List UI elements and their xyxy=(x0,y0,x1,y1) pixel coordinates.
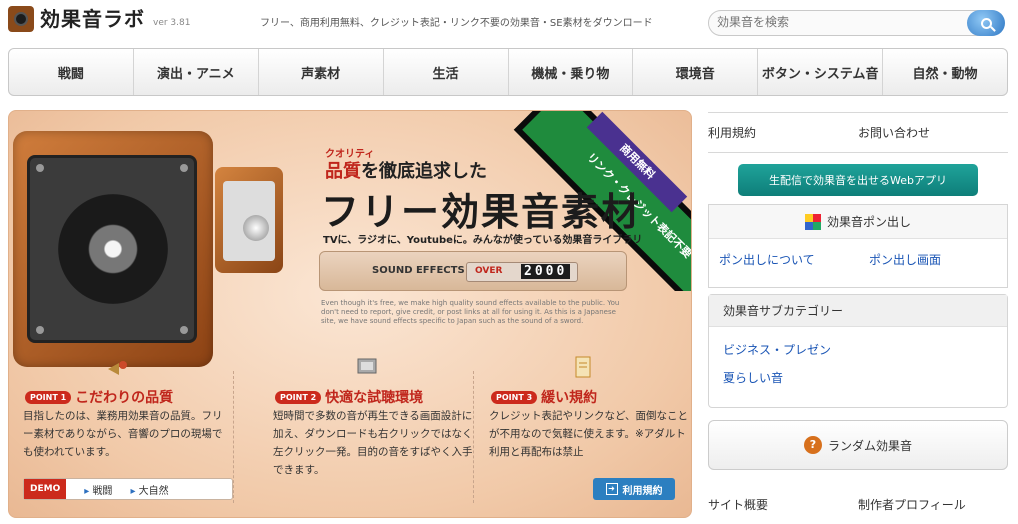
hero-subline: TVに、ラジオに、Youtubeに。みんなが使っている効果音ライブラリ xyxy=(323,235,643,246)
nav-item-environment[interactable]: 環境音 xyxy=(633,49,759,95)
category-nav: 戦闘 演出・アニメ 声素材 生活 機械・乗り物 環境音 ボタン・システム音 自然… xyxy=(8,48,1008,96)
point-badge: POINT 3 xyxy=(491,390,538,404)
counter-label: SOUND EFFECTS xyxy=(372,265,465,276)
screen-icon xyxy=(357,358,377,374)
version-label: ver 3.81 xyxy=(153,18,191,28)
nav-item-voice[interactable]: 声素材 xyxy=(259,49,384,95)
speaker-illustration xyxy=(13,131,213,367)
point-badge: POINT 1 xyxy=(25,390,72,404)
arrow-right-icon: ➜ xyxy=(605,483,618,495)
headline-main: フリー効果音素材 xyxy=(321,190,642,234)
demo-link-nature[interactable]: 大自然 xyxy=(130,482,169,497)
demo-link-battle[interactable]: 戦闘 xyxy=(84,482,112,497)
counter-number: 2000 xyxy=(521,264,571,279)
pon-screen-link[interactable]: ポン出し画面 xyxy=(869,251,941,268)
headline-quality: 品質を徹底追求した xyxy=(325,161,487,182)
search-icon xyxy=(980,17,992,29)
nav-item-button-system[interactable]: ボタン・システム音 xyxy=(758,49,884,95)
speaker-logo-icon xyxy=(8,6,34,32)
english-description: Even though it's free, we make high qual… xyxy=(321,299,620,325)
nav-item-machine[interactable]: 機械・乗り物 xyxy=(509,49,634,95)
webapp-button[interactable]: 生配信で効果音を出せるWebアプリ xyxy=(738,164,978,196)
point-text: クレジット表記やリンクなど、面倒なことが不用なので気軽に使えます。※アダルト利用… xyxy=(489,410,688,458)
pon-about-link[interactable]: ポン出しについて xyxy=(719,251,815,268)
small-speaker-illustration xyxy=(215,167,283,273)
subcategory-panel: 効果音サブカテゴリー ビジネス・プレゼン 夏らしい音 xyxy=(708,294,1008,408)
nav-item-battle[interactable]: 戦闘 xyxy=(9,49,134,95)
site-tagline: フリー、商用利用無料、クレジット表記・リンク不要の効果音・SE素材をダウンロード xyxy=(260,18,653,29)
contact-link[interactable]: お問い合わせ xyxy=(858,124,930,141)
search-box xyxy=(708,10,1005,36)
subcategory-summer[interactable]: 夏らしい音 xyxy=(723,369,783,386)
logo-text: 効果音ラボ xyxy=(40,7,145,31)
point-text: 短時間で多数の音が再生できる画面設計に加え、ダウンロードも右クリックではなく左ク… xyxy=(273,410,473,476)
point-title: 緩い規約 xyxy=(541,390,598,406)
demo-tag: DEMO xyxy=(24,479,67,499)
subcategory-header: 効果音サブカテゴリー xyxy=(709,295,1007,327)
terms-link[interactable]: 利用規約 xyxy=(708,124,756,141)
question-icon: ? xyxy=(803,436,822,454)
trumpet-icon xyxy=(108,361,127,375)
random-sound-button[interactable]: ? ランダム効果音 xyxy=(708,420,1008,470)
author-profile-link[interactable]: 制作者プロフィール xyxy=(858,496,966,513)
site-logo[interactable]: 効果音ラボ ver 3.81 xyxy=(8,6,190,32)
button-grid-icon xyxy=(804,213,821,230)
counter-over: OVER xyxy=(475,266,503,276)
nav-item-anime[interactable]: 演出・アニメ xyxy=(134,49,259,95)
document-icon xyxy=(575,356,591,378)
pon-header[interactable]: 効果音ポン出し xyxy=(709,205,1007,239)
demo-bar: DEMO 戦闘 大自然 xyxy=(23,478,233,500)
search-input[interactable] xyxy=(717,15,957,29)
site-overview-link[interactable]: サイト概要 xyxy=(708,496,768,513)
hero-banner: 商用無料 リンク・クレジット表記不要 クオリティ 品質を徹底追求した フリー効果… xyxy=(8,110,692,518)
volume-knob-icon xyxy=(243,215,269,241)
point-badge: POINT 2 xyxy=(275,390,322,404)
point-title: こだわりの品質 xyxy=(75,390,174,406)
nav-item-life[interactable]: 生活 xyxy=(384,49,509,95)
pon-panel: 効果音ポン出し ポン出しについて ポン出し画面 xyxy=(708,204,1008,288)
point-title: 快適な試聴環境 xyxy=(325,390,424,406)
sound-effects-counter: SOUND EFFECTS OVER 2000 xyxy=(319,251,627,291)
subcategory-business[interactable]: ビジネス・プレゼン xyxy=(723,341,831,358)
search-button[interactable] xyxy=(967,10,1005,36)
nav-item-nature[interactable]: 自然・動物 xyxy=(883,49,1007,95)
point-text: 目指したのは、業務用効果音の品質。フリー素材でありながら、音響のプロの現場でも使… xyxy=(23,410,223,458)
terms-button[interactable]: ➜ 利用規約 xyxy=(593,478,675,500)
speaker-cone-icon xyxy=(58,194,168,304)
